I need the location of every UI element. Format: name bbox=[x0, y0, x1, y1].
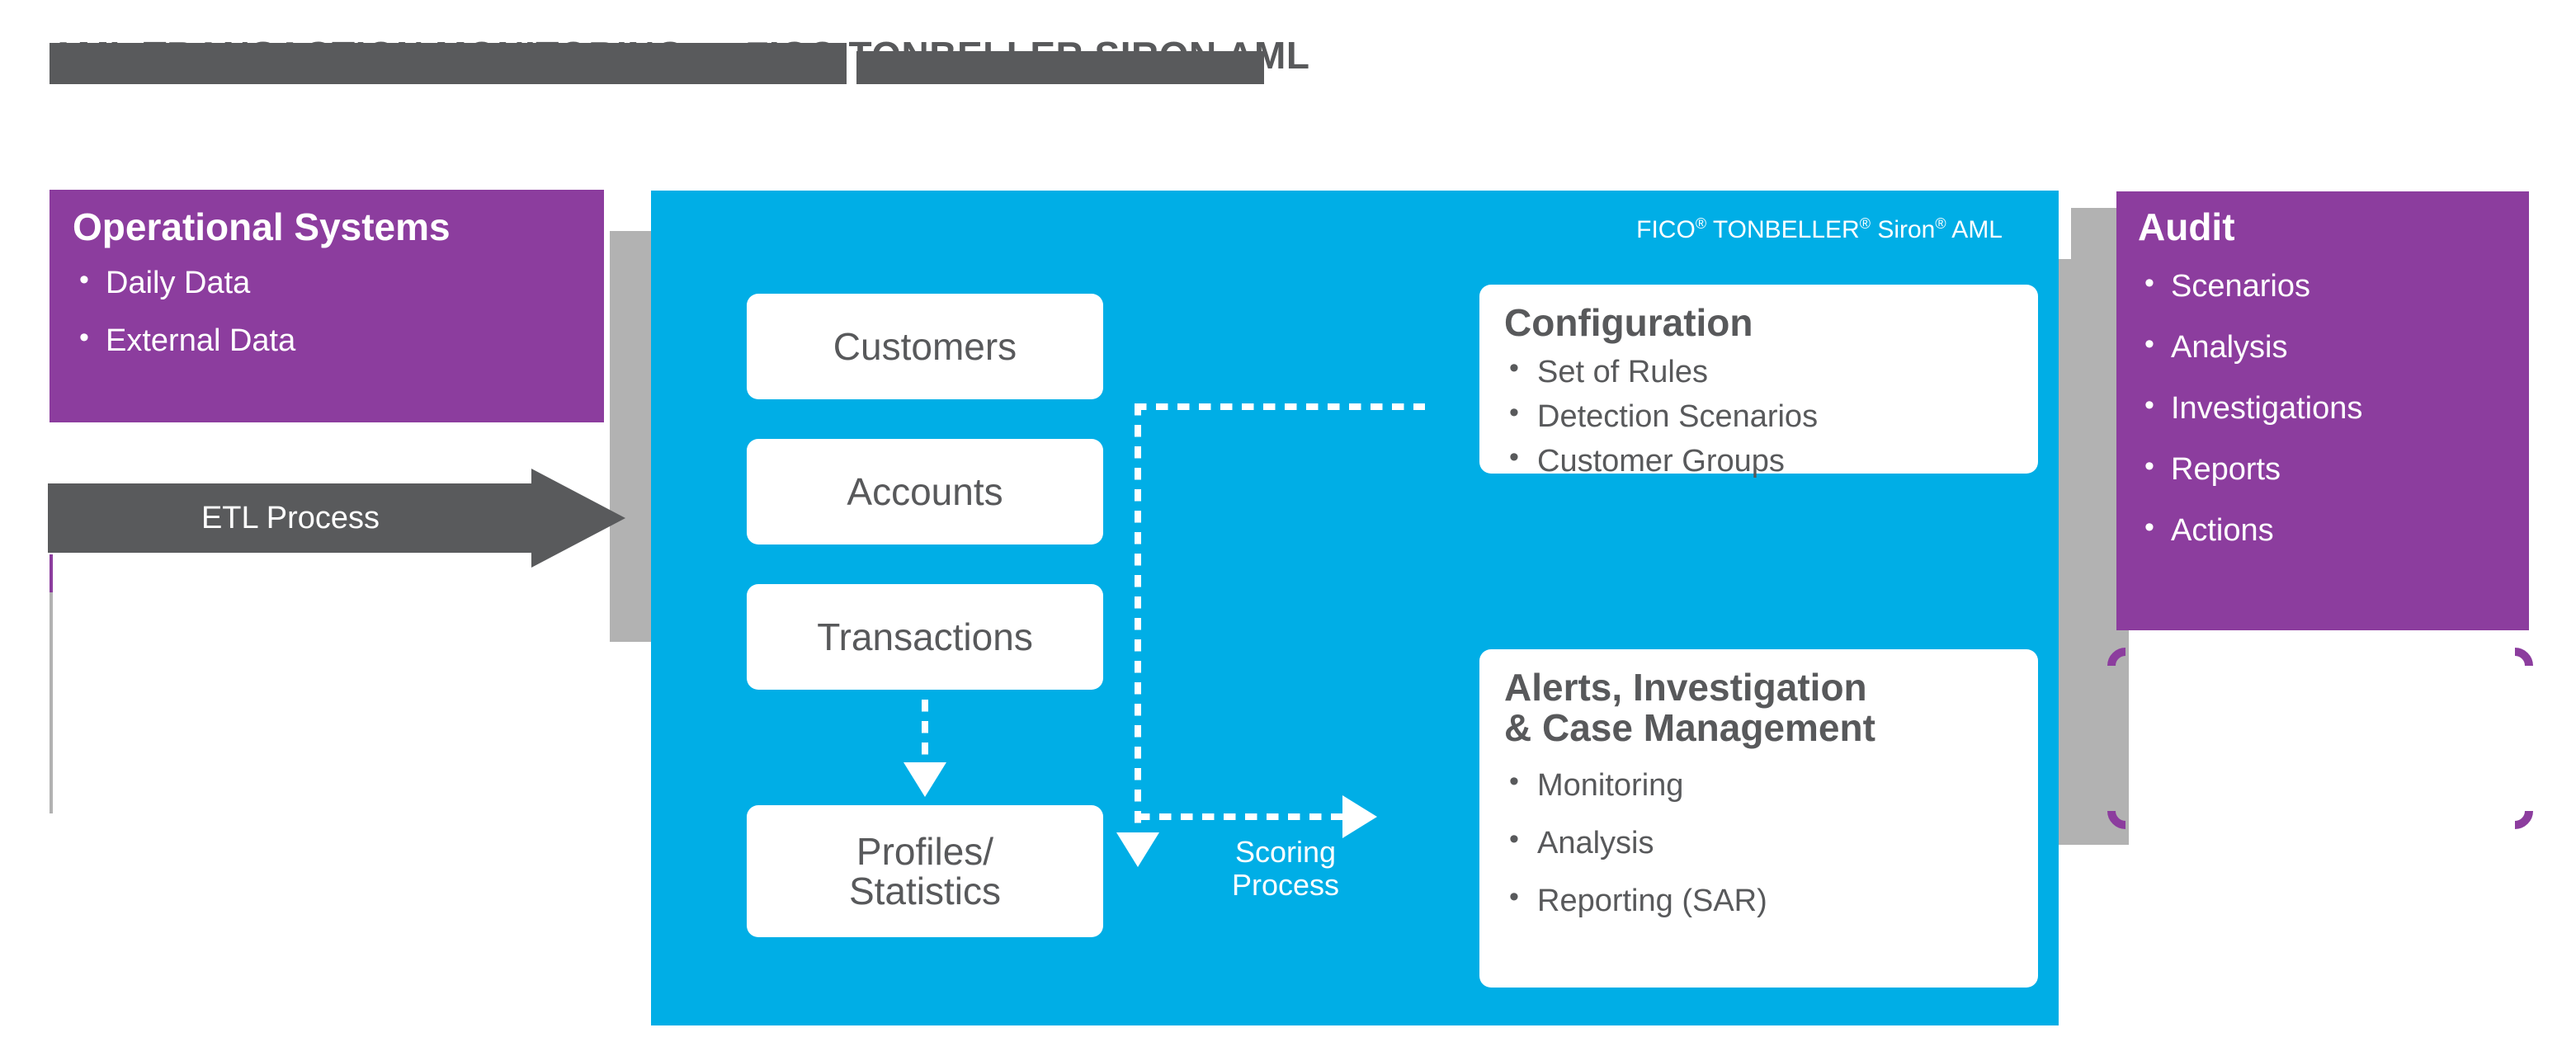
flow-transactions-to-profiles-line bbox=[922, 700, 928, 764]
card-alerts-bullet-list: Monitoring Analysis Reporting (SAR) bbox=[1504, 767, 2013, 917]
title-redaction-bar-1 bbox=[50, 43, 847, 84]
list-item: Analysis bbox=[2138, 330, 2508, 363]
hidden-panel-corner-fragment-tl bbox=[2107, 648, 2125, 666]
card-accounts-label: Accounts bbox=[847, 469, 1003, 513]
card-alerts-title-line2: & Case Management bbox=[1504, 705, 1875, 749]
scoring-process-label: Scoring Process bbox=[1195, 835, 1376, 903]
card-customers-label: Customers bbox=[833, 324, 1017, 368]
etl-arrow-head-icon bbox=[531, 469, 625, 568]
brand-fico: FICO bbox=[1636, 216, 1696, 243]
list-item: External Data bbox=[73, 323, 581, 356]
brand-siron: Siron bbox=[1870, 216, 1936, 243]
card-configuration-title: Configuration bbox=[1504, 301, 1753, 344]
title-redaction-bar-2 bbox=[856, 51, 1264, 84]
title-area: AML TRANSACTION MONITORING — FICO TONBEL… bbox=[0, 0, 2576, 157]
card-profiles-line2: Statistics bbox=[848, 870, 1002, 912]
scoring-process-label-line2: Process bbox=[1231, 868, 1340, 903]
flow-elbow-top-line bbox=[1135, 403, 1425, 410]
card-transactions[interactable]: Transactions bbox=[747, 584, 1103, 690]
platform-brand-label: FICO® TONBELLER® Siron® AML bbox=[1636, 215, 2003, 244]
card-configuration-bullet-list: Set of Rules Detection Scenarios Custome… bbox=[1504, 354, 2013, 477]
audit-bullet-list: Scenarios Analysis Investigations Report… bbox=[2138, 269, 2508, 546]
hidden-panel-corner-fragment-bl bbox=[2107, 811, 2125, 829]
left-edge-sliver-gray bbox=[50, 592, 53, 813]
list-item: Detection Scenarios bbox=[1504, 398, 2013, 432]
card-configuration[interactable]: Configuration Set of Rules Detection Sce… bbox=[1479, 285, 2038, 477]
registered-mark-icon: ® bbox=[1695, 215, 1707, 232]
hidden-panel-corner-fragment-br bbox=[2515, 811, 2533, 829]
list-item: Scenarios bbox=[2138, 269, 2508, 302]
list-item: Monitoring bbox=[1504, 767, 2013, 801]
list-item: Actions bbox=[2138, 513, 2508, 546]
list-item: Analysis bbox=[1504, 825, 2013, 859]
list-item: Investigations bbox=[2138, 391, 2508, 424]
scoring-process-line bbox=[1138, 813, 1344, 820]
list-item: Set of Rules bbox=[1504, 354, 2013, 388]
flow-transactions-to-profiles-arrowhead-icon bbox=[903, 762, 946, 797]
registered-mark-icon: ® bbox=[1859, 215, 1871, 232]
card-customers[interactable]: Customers bbox=[747, 294, 1103, 399]
flow-elbow-arrowhead-icon bbox=[1116, 832, 1159, 867]
brand-aml: AML bbox=[1946, 216, 2003, 243]
operational-systems-bullet-list: Daily Data External Data bbox=[73, 266, 581, 356]
registered-mark-icon: ® bbox=[1935, 215, 1946, 232]
list-item: Reports bbox=[2138, 452, 2508, 485]
flow-elbow-vertical-line bbox=[1135, 403, 1141, 834]
list-item: Reporting (SAR) bbox=[1504, 883, 2013, 917]
list-item: Customer Groups bbox=[1504, 443, 2013, 477]
card-profiles-line1: Profiles/ bbox=[856, 829, 994, 873]
card-profiles-statistics[interactable]: Profiles/ Statistics bbox=[747, 805, 1103, 937]
card-accounts[interactable]: Accounts bbox=[747, 439, 1103, 544]
scoring-process-label-line1: Scoring bbox=[1234, 835, 1337, 869]
operational-systems-panel[interactable]: Operational Systems Daily Data External … bbox=[50, 190, 604, 422]
diagram-canvas: AML TRANSACTION MONITORING — FICO TONBEL… bbox=[0, 0, 2576, 1056]
brand-tonbeller: TONBELLER bbox=[1706, 216, 1860, 243]
scoring-process-arrowhead-icon bbox=[1342, 795, 1377, 838]
card-transactions-label: Transactions bbox=[817, 615, 1033, 658]
audit-panel[interactable]: Audit Scenarios Analysis Investigations … bbox=[2116, 191, 2529, 630]
card-alerts-title-line1: Alerts, Investigation bbox=[1504, 666, 1867, 709]
etl-arrow-label: ETL Process bbox=[201, 500, 380, 535]
card-alerts-investigation[interactable]: Alerts, Investigation & Case Management … bbox=[1479, 649, 2038, 988]
operational-systems-title: Operational Systems bbox=[73, 205, 451, 248]
etl-process-arrow[interactable]: ETL Process bbox=[48, 469, 625, 568]
hidden-panel-corner-fragment-tr bbox=[2515, 648, 2533, 666]
audit-title: Audit bbox=[2138, 205, 2235, 248]
list-item: Daily Data bbox=[73, 266, 581, 299]
